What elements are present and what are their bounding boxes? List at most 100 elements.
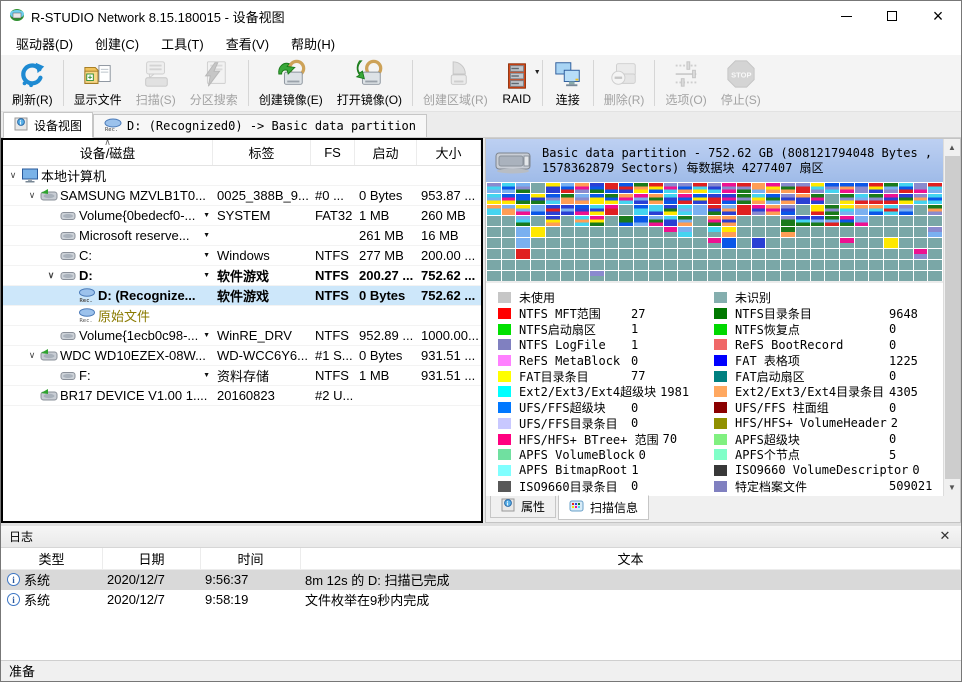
toolbar-button-partition-search[interactable]: 分区搜索 [183,56,245,110]
column-header-label[interactable]: 标签 [213,140,311,165]
log-column-date[interactable]: 日期 [103,548,201,569]
block-cell [869,249,883,259]
close-log-icon[interactable]: ✕ [937,528,953,544]
partition-icon [59,248,79,263]
row-dropdown-icon[interactable]: ▼ [203,252,210,259]
log-row[interactable]: i系统2020/12/79:56:378m 12s 的 D: 扫描已完成 [1,570,961,590]
legend-label: UFS/FFS目录条目 [519,415,627,432]
minimize-button[interactable] [823,1,869,31]
toolbar-button-show-files[interactable]: 显示文件 [67,56,129,110]
block-cell [855,194,869,204]
toolbar-button-delete[interactable]: 删除(R) [597,56,652,110]
tree-row[interactable]: F:▼资料存储NTFS1 MB931.51 ... [3,366,481,386]
block-cell [737,260,751,270]
menu-tools[interactable]: 工具(T) [150,34,215,53]
scrollbar-thumb[interactable] [945,156,960,479]
legend-count: 0 [889,369,896,383]
expander-icon[interactable]: ∨ [24,190,40,201]
size-cell: 200.00 ... [417,246,481,265]
expander-icon[interactable]: ∨ [24,350,40,361]
block-cell [928,249,942,259]
legend-count: 1 [631,338,638,352]
toolbar-button-create-region[interactable]: 创建区域(R) [416,56,495,110]
column-header-fs[interactable]: FS [311,140,355,165]
menu-create[interactable]: 创建(C) [84,34,150,53]
fs-cell: #1 S... [311,346,355,365]
toolbar-button-create-image[interactable]: 创建镜像(E) [252,56,330,110]
toolbar-button-options[interactable]: 选项(O) [658,56,713,110]
tree-row[interactable]: ∨D:▼软件游戏NTFS200.27 ...752.62 ... [3,266,481,286]
block-cell [884,260,898,270]
toolbar-button-connect[interactable]: 连接 [546,56,590,110]
tree-row[interactable]: BR17 DEVICE V1.00 1....20160823#2 U... [3,386,481,406]
toolbar-button-stop[interactable]: STOP停止(S) [714,56,768,110]
menu-drive[interactable]: 驱动器(D) [5,34,84,53]
maximize-button[interactable] [869,1,915,31]
log-column-type[interactable]: 类型 [1,548,103,569]
tree-row[interactable]: C:▼WindowsNTFS277 MB200.00 ... [3,246,481,266]
expander-icon[interactable]: ∨ [43,270,59,281]
device-cell: Rec.原始文件 [3,306,213,325]
expander-icon[interactable]: ∨ [5,170,21,181]
row-dropdown-icon[interactable]: ▼ [203,332,210,339]
tree-row[interactable]: ∨SAMSUNG MZVLB1T0...0025_388B_9...#0 ...… [3,186,481,206]
log-row[interactable]: i系统2020/12/79:58:19文件枚举在9秒内完成 [1,590,961,610]
block-cell [502,227,516,237]
column-header-device[interactable]: ∧设备/磁盘 [3,140,213,165]
block-cell [487,227,501,237]
row-dropdown-icon[interactable]: ▼ [203,372,210,379]
tab-scan-result[interactable]: Rec. D: (Recognized0) -> Basic data part… [93,114,427,137]
legend-label: NTFS LogFile [519,338,627,352]
scroll-up-icon[interactable]: ▲ [944,139,960,155]
legend-item: NTFS LogFile 1 [498,337,714,353]
block-cell [914,249,928,259]
tree-row[interactable]: Rec.原始文件 [3,306,481,326]
menu-help[interactable]: 帮助(H) [280,34,346,53]
block-cell [737,227,751,237]
block-cell [722,183,736,193]
block-cell [766,183,780,193]
label-cell: WinRE_DRV [213,326,311,345]
tree-row[interactable]: Volume{0bedecf0-...▼SYSTEMFAT321 MB260 M… [3,206,481,226]
column-header-boot[interactable]: 启动 [355,140,417,165]
tree-row[interactable]: ∨WDC WD10EZEX-08W...WD-WCC6Y6...#1 S...0… [3,346,481,366]
toolbar-button-refresh[interactable]: 刷新(R) [5,56,60,110]
tree-row[interactable]: Volume{1ecb0c98-...▼WinRE_DRVNTFS952.89 … [3,326,481,346]
tree-row[interactable]: Microsoft reserve...▼261 MB16 MB [3,226,481,246]
boot-cell: 952.89 ... [355,326,417,345]
tree-row[interactable]: ∨本地计算机 [3,166,481,186]
block-cell [487,205,501,215]
legend-item: Ext2/Ext3/Ext4目录条目4305 [714,384,941,400]
toolbar-button-scan[interactable]: 扫描(S) [129,56,183,110]
toolbar-button-label: 连接 [556,91,580,108]
block-cell [605,194,619,204]
scan-block-map[interactable] [486,182,943,281]
block-cell [708,260,722,270]
device-view-icon: i [14,117,29,134]
block-cell [766,249,780,259]
tree-row[interactable]: Rec.D: (Recognize...软件游戏NTFS0 Bytes752.6… [3,286,481,306]
dropdown-arrow-icon[interactable]: ▼ [534,69,541,76]
scroll-down-icon[interactable]: ▼ [944,480,960,496]
toolbar-button-open-image[interactable]: 打开镜像(O) [330,56,409,110]
tab-properties[interactable]: i 属性 [490,496,556,518]
toolbar: 刷新(R)显示文件扫描(S)分区搜索创建镜像(E)打开镜像(O)创建区域(R)▼… [1,55,961,112]
row-dropdown-icon[interactable]: ▼ [203,272,210,279]
row-dropdown-icon[interactable]: ▼ [203,212,210,219]
close-button[interactable]: × [915,1,961,31]
block-cell [546,216,560,226]
block-cell [634,249,648,259]
log-column-text[interactable]: 文本 [301,548,961,569]
block-cell [722,238,736,248]
column-header-size[interactable]: 大小 [417,140,481,165]
log-column-time[interactable]: 时间 [201,548,301,569]
tab-scan-info[interactable]: 扫描信息 [558,495,649,520]
toolbar-button-raid[interactable]: ▼RAID [495,56,539,110]
menu-view[interactable]: 查看(V) [215,34,280,53]
row-dropdown-icon[interactable]: ▼ [203,232,210,239]
scan-panel-scrollbar[interactable]: ▲ ▼ [943,139,960,496]
block-cell [619,205,633,215]
titlebar: R-STUDIO Network 8.15.180015 - 设备视图 × [1,1,961,31]
block-cell [516,238,530,248]
tab-device-view[interactable]: i 设备视图 [3,112,93,138]
